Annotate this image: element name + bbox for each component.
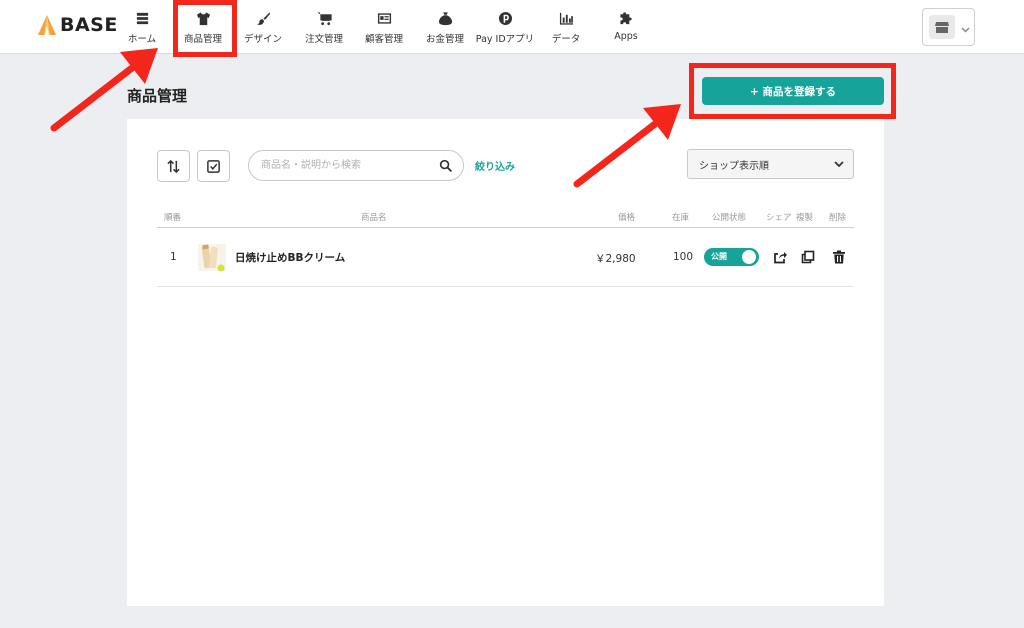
nav-apps-label: Apps bbox=[614, 31, 638, 42]
share-button[interactable] bbox=[772, 249, 788, 265]
col-header-status: 公開状態 bbox=[712, 213, 747, 223]
row-order: 1 bbox=[170, 251, 177, 263]
sort-order-button[interactable] bbox=[157, 150, 190, 182]
toggle-knob bbox=[742, 250, 756, 264]
chevron-down-icon bbox=[834, 161, 844, 167]
shop-switcher-button[interactable] bbox=[922, 8, 975, 46]
copy-icon bbox=[801, 250, 815, 264]
store-icon bbox=[929, 15, 955, 39]
sort-arrows-icon bbox=[167, 159, 180, 173]
product-name-link[interactable]: 日焼け止めBBクリーム bbox=[235, 250, 345, 265]
top-nav-bar: BASE ホーム 商品管理 デザイン 注文管理 顧客管理 お金管理 Pay ID… bbox=[0, 0, 1024, 54]
publish-toggle-label: 公開 bbox=[711, 252, 727, 261]
col-header-stock: 在庫 bbox=[672, 213, 690, 223]
highlight-box-nav-items bbox=[173, 0, 237, 57]
sort-select-value: ショップ表示順 bbox=[699, 160, 769, 172]
product-list-card: 絞り込み ショップ表示順 順番 商品名 価格 在庫 公開状態 シェア 複製 削除… bbox=[127, 119, 884, 606]
search-icon bbox=[439, 159, 452, 172]
search-input[interactable] bbox=[261, 151, 436, 180]
col-header-duplicate: 複製 bbox=[796, 213, 814, 223]
col-header-price: 価格 bbox=[618, 213, 636, 223]
publish-toggle[interactable]: 公開 bbox=[704, 248, 759, 266]
col-header-order: 順番 bbox=[164, 213, 182, 223]
col-header-share: シェア bbox=[766, 213, 792, 223]
row-price: ￥2,980 bbox=[595, 253, 636, 265]
delete-button[interactable] bbox=[831, 249, 847, 265]
chevron-down-icon bbox=[961, 18, 970, 37]
col-header-name: 商品名 bbox=[361, 213, 387, 223]
bulk-select-button[interactable] bbox=[197, 150, 230, 182]
product-thumbnail[interactable] bbox=[197, 241, 227, 273]
col-header-delete: 削除 bbox=[829, 213, 847, 223]
nav-apps[interactable]: Apps bbox=[589, 10, 663, 42]
trash-icon bbox=[833, 250, 845, 264]
row-stock: 100 bbox=[673, 251, 694, 263]
duplicate-button[interactable] bbox=[800, 249, 816, 265]
table-row-divider bbox=[157, 286, 854, 287]
product-search[interactable] bbox=[248, 150, 464, 181]
checkbox-icon bbox=[207, 159, 220, 173]
puzzle-icon bbox=[589, 10, 663, 26]
sort-select[interactable]: ショップ表示順 bbox=[687, 149, 854, 179]
tent-logo-icon bbox=[38, 15, 56, 35]
page-title: 商品管理 bbox=[127, 87, 188, 105]
filter-link[interactable]: 絞り込み bbox=[475, 158, 515, 173]
share-icon bbox=[774, 252, 787, 264]
table-header-divider bbox=[157, 227, 854, 228]
highlight-box-register bbox=[689, 63, 896, 119]
